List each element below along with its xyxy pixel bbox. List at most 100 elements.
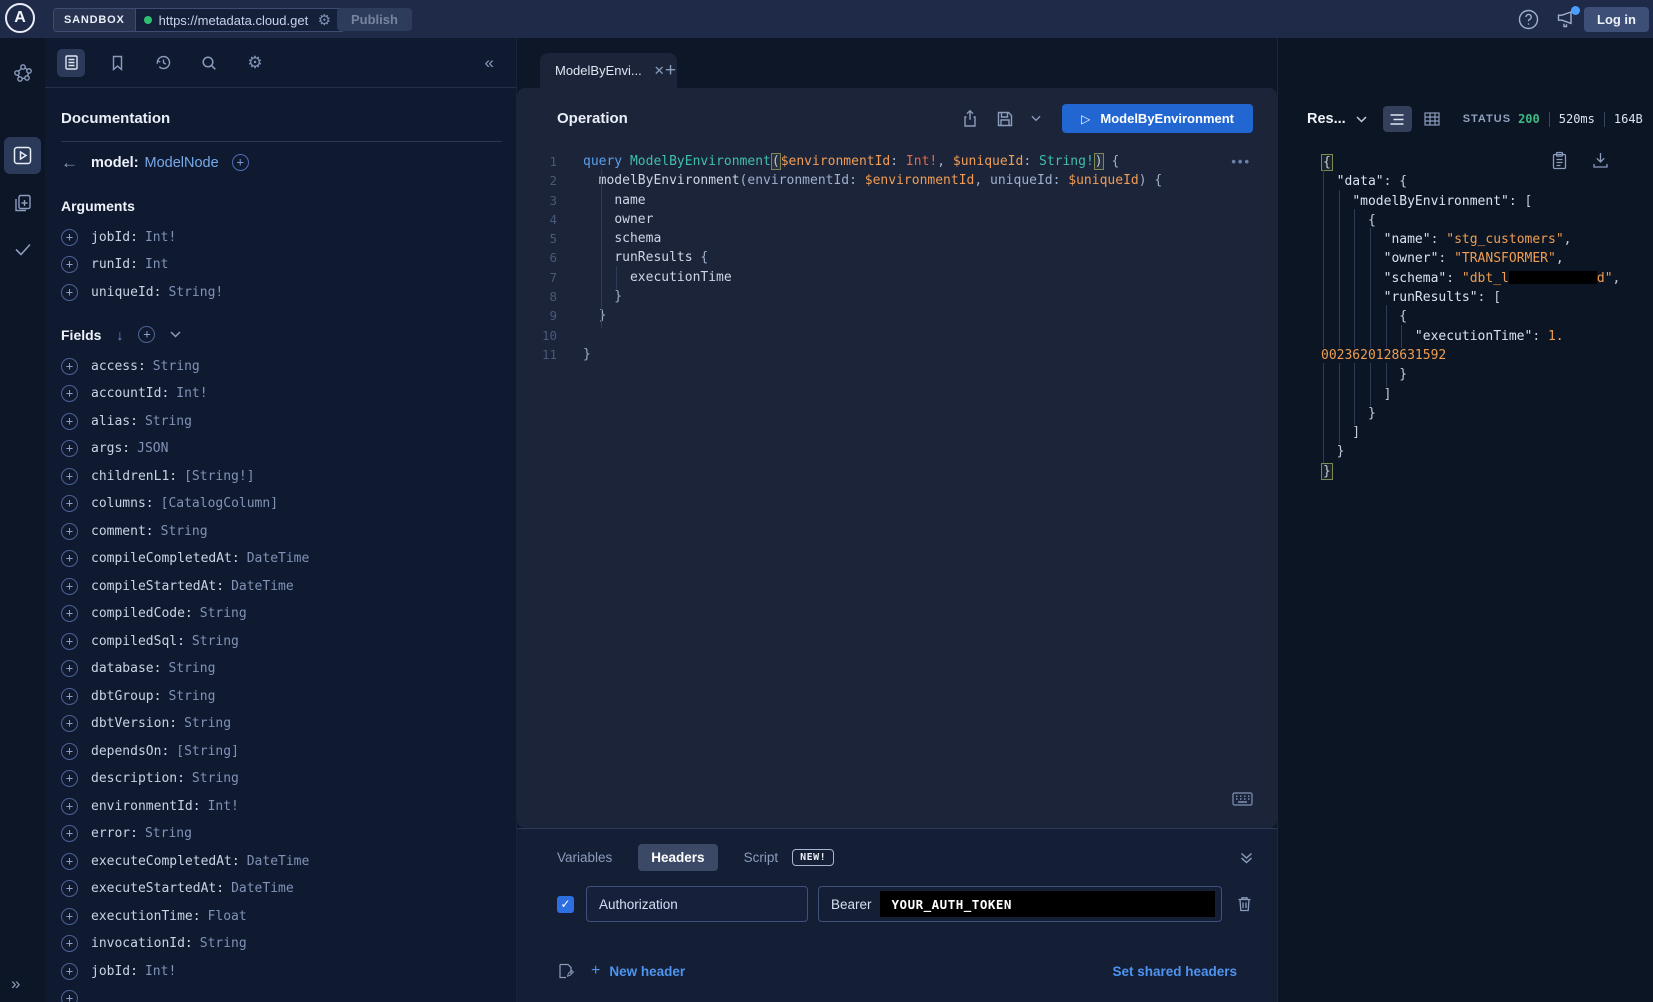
operation-tab[interactable]: ModelByEnvi... ✕	[540, 53, 677, 88]
sort-fields-icon[interactable]: ↓	[116, 327, 123, 343]
header-enabled-checkbox[interactable]: ✓	[557, 896, 574, 913]
login-button[interactable]: Log in	[1584, 7, 1649, 32]
help-icon[interactable]	[1518, 9, 1539, 30]
argument-row[interactable]: +uniqueId:String!	[61, 283, 492, 301]
search-icon[interactable]	[195, 49, 223, 77]
add-to-query-icon[interactable]: +	[61, 935, 78, 952]
checks-icon[interactable]	[4, 230, 41, 267]
field-row[interactable]: +accountId:Int!	[61, 385, 492, 403]
add-to-query-icon[interactable]: +	[61, 880, 78, 897]
add-to-query-icon[interactable]: +	[61, 578, 78, 595]
field-row[interactable]: +invocationId:String	[61, 935, 492, 953]
new-tab-icon[interactable]: +	[665, 61, 676, 80]
add-to-query-icon[interactable]: +	[61, 229, 78, 246]
add-to-query-icon[interactable]: +	[61, 358, 78, 375]
add-to-query-icon[interactable]: +	[61, 990, 78, 1002]
add-to-query-icon[interactable]: +	[61, 908, 78, 925]
field-row[interactable]: +dependsOn:[String]	[61, 742, 492, 760]
announcements-icon[interactable]	[1555, 9, 1577, 29]
argument-row[interactable]: +runId:Int	[61, 256, 492, 274]
add-to-query-icon[interactable]: +	[61, 385, 78, 402]
close-tab-icon[interactable]: ✕	[654, 64, 665, 77]
endpoint-url-box[interactable]: https://metadata.cloud.get ⚙	[136, 9, 344, 31]
save-menu-chevron-icon[interactable]	[1031, 115, 1041, 122]
field-row[interactable]: +dbtGroup:String	[61, 687, 492, 705]
add-to-query-icon[interactable]: +	[61, 688, 78, 705]
add-to-query-icon[interactable]: +	[61, 440, 78, 457]
field-row[interactable]: +compiledSql:String	[61, 632, 492, 650]
schema-graph-icon[interactable]	[4, 54, 41, 91]
bookmarks-icon[interactable]	[103, 49, 131, 77]
breadcrumb-type-link[interactable]: ModelNode	[145, 155, 219, 171]
field-row[interactable]: +environmentId:Int!	[61, 797, 492, 815]
response-dropdown[interactable]: Res...	[1307, 111, 1346, 127]
endpoint-settings-icon[interactable]: ⚙	[318, 13, 331, 28]
collapse-docs-icon[interactable]: «	[485, 53, 494, 73]
apollo-logo-icon[interactable]: A	[5, 3, 35, 33]
field-row[interactable]: +executeCompletedAt:DateTime	[61, 852, 492, 870]
add-to-query-icon[interactable]: +	[61, 633, 78, 650]
new-header-button[interactable]: + New header	[591, 962, 685, 980]
field-row[interactable]: +error:String	[61, 825, 492, 843]
field-row[interactable]: +compileCompletedAt:DateTime	[61, 550, 492, 568]
run-operation-button[interactable]: ▷ ModelByEnvironment	[1062, 104, 1253, 133]
add-to-query-icon[interactable]: +	[61, 605, 78, 622]
add-to-query-icon[interactable]: +	[61, 413, 78, 430]
field-row[interactable]: +compileStartedAt:DateTime	[61, 577, 492, 595]
endpoint-url[interactable]: https://metadata.cloud.get	[159, 13, 311, 28]
add-to-query-icon[interactable]: +	[61, 468, 78, 485]
expand-rail-icon[interactable]: »	[11, 975, 20, 992]
field-row[interactable]: +	[61, 990, 492, 1002]
field-row[interactable]: +access:String	[61, 357, 492, 375]
keyboard-shortcuts-icon[interactable]	[1232, 792, 1253, 806]
auth-token-value[interactable]: YOUR_AUTH_TOKEN	[880, 891, 1215, 917]
delete-header-icon[interactable]	[1236, 895, 1253, 913]
field-row[interactable]: +executeStartedAt:DateTime	[61, 880, 492, 898]
sandbox-badge[interactable]: SANDBOX	[54, 9, 136, 31]
add-to-query-icon[interactable]: +	[61, 550, 78, 567]
add-to-query-icon[interactable]: +	[61, 715, 78, 732]
add-to-query-icon[interactable]: +	[61, 770, 78, 787]
response-dropdown-chevron-icon[interactable]	[1356, 116, 1367, 123]
add-to-query-icon[interactable]: +	[61, 743, 78, 760]
field-row[interactable]: +comment:String	[61, 522, 492, 540]
settings-icon[interactable]: ⚙	[241, 49, 269, 77]
field-row[interactable]: +compiledCode:String	[61, 605, 492, 623]
field-row[interactable]: +description:String	[61, 770, 492, 788]
add-to-query-icon[interactable]: +	[61, 963, 78, 980]
field-row[interactable]: +executionTime:Float	[61, 907, 492, 925]
edit-as-text-icon[interactable]	[557, 962, 575, 980]
field-row[interactable]: +database:String	[61, 660, 492, 678]
header-value-field[interactable]: Bearer YOUR_AUTH_TOKEN	[818, 886, 1222, 922]
tab-script[interactable]: Script	[744, 850, 779, 865]
share-operation-icon[interactable]	[961, 109, 979, 128]
add-to-query-icon[interactable]: +	[61, 495, 78, 512]
back-arrow-icon[interactable]: ←	[61, 154, 78, 171]
add-to-query-icon[interactable]: +	[61, 825, 78, 842]
add-to-query-icon[interactable]: +	[61, 523, 78, 540]
add-to-query-icon[interactable]: +	[61, 798, 78, 815]
set-shared-headers-link[interactable]: Set shared headers	[1112, 964, 1237, 979]
documentation-tab-icon[interactable]	[57, 49, 85, 77]
field-row[interactable]: +dbtVersion:String	[61, 715, 492, 733]
save-operation-icon[interactable]	[996, 110, 1014, 128]
field-row[interactable]: +alias:String	[61, 412, 492, 430]
add-to-query-icon[interactable]: +	[61, 256, 78, 273]
collapse-panel-icon[interactable]	[1240, 852, 1253, 864]
field-row[interactable]: +args:JSON	[61, 440, 492, 458]
header-key-input[interactable]	[586, 886, 808, 922]
field-row[interactable]: +columns:[CatalogColumn]	[61, 495, 492, 513]
field-row[interactable]: +childrenL1:[String!]	[61, 467, 492, 485]
tab-variables[interactable]: Variables	[557, 850, 612, 865]
operation-collections-icon[interactable]	[4, 184, 41, 221]
history-icon[interactable]	[149, 49, 177, 77]
add-all-fields-icon[interactable]: +	[138, 326, 155, 343]
table-view-toggle-icon[interactable]	[1418, 106, 1447, 132]
argument-row[interactable]: +jobId:Int!	[61, 228, 492, 246]
add-to-query-icon[interactable]: +	[61, 284, 78, 301]
publish-button[interactable]: Publish	[337, 8, 412, 31]
formatted-view-toggle-icon[interactable]	[1383, 106, 1412, 132]
graphql-editor[interactable]: 1query ModelByEnvironment($environmentId…	[517, 144, 1237, 364]
tab-headers[interactable]: Headers	[638, 844, 717, 871]
add-to-query-icon[interactable]: +	[61, 853, 78, 870]
